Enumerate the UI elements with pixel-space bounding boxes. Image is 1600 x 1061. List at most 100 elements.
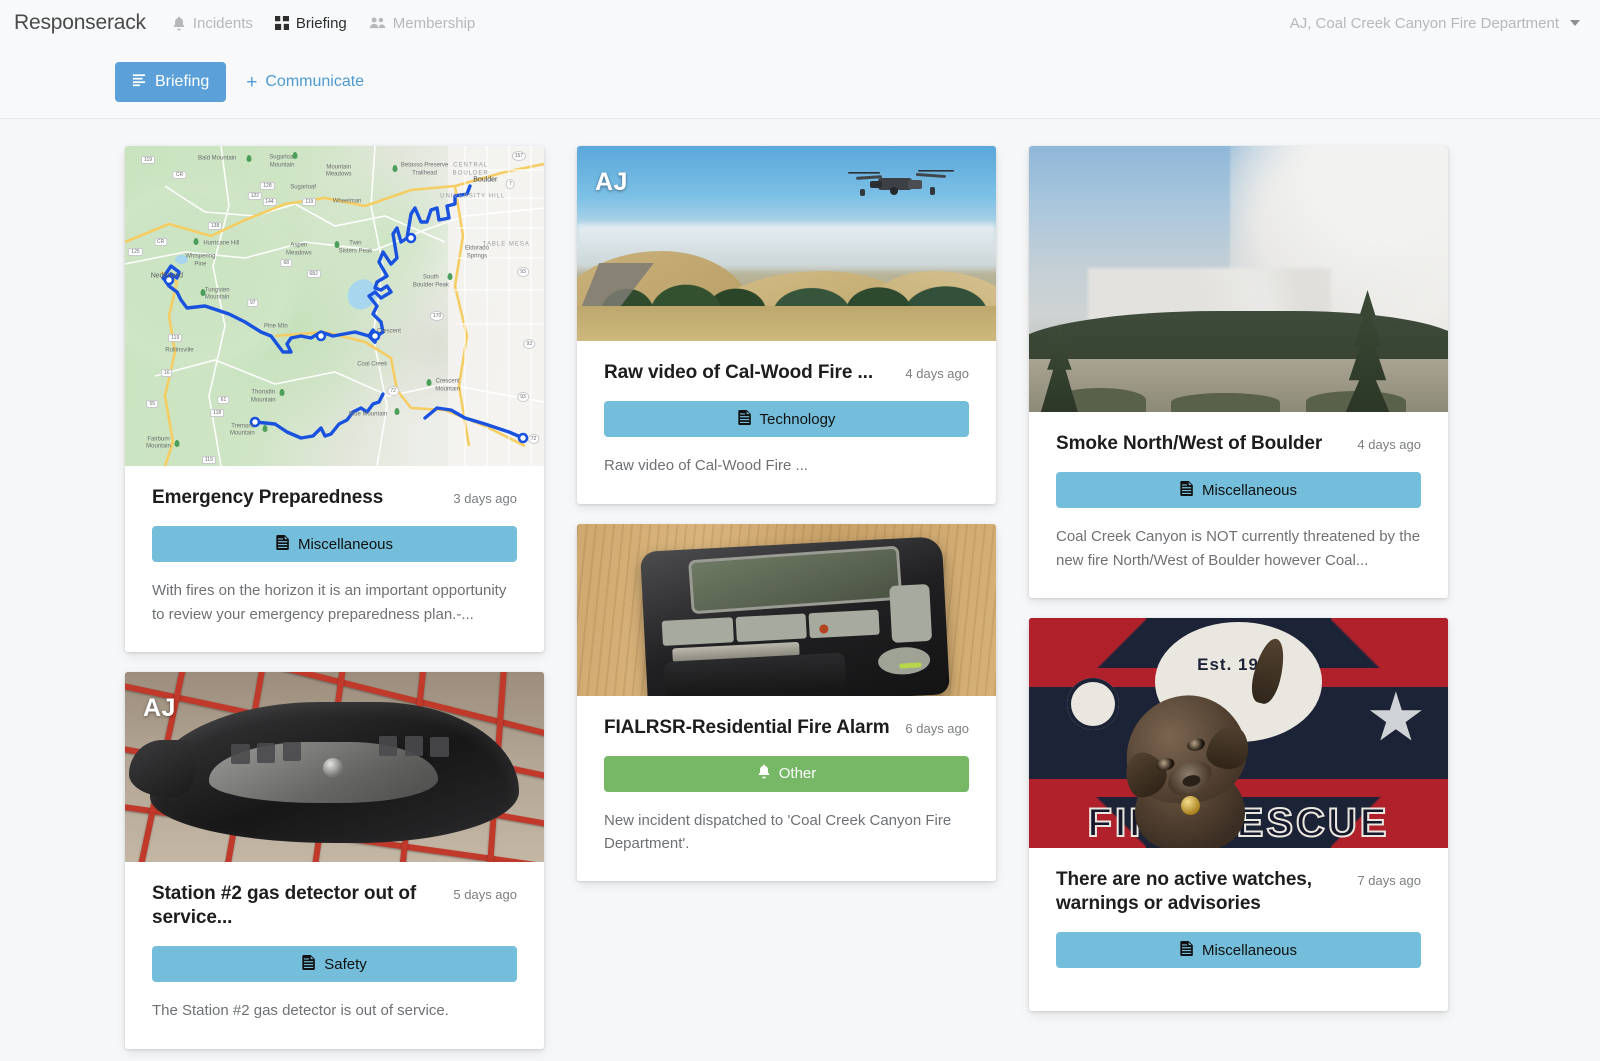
- card-category-badge[interactable]: Technology: [604, 401, 969, 438]
- card-header: Raw video of Cal-Wood Fire ... 4 days ag…: [604, 361, 969, 385]
- card-category-badge[interactable]: Safety: [152, 946, 517, 983]
- map-route-shield: 97: [247, 298, 259, 307]
- card-column-3: Smoke North/West of Boulder 4 days ago M…: [1029, 146, 1448, 1049]
- card-columns: Bald Mountain Sugarloaf Mountain Mountain…: [0, 146, 1600, 1049]
- card-category-label: Safety: [324, 955, 367, 973]
- map-route-shield: 144: [262, 198, 277, 206]
- card-body: Raw video of Cal-Wood Fire ... 4 days ag…: [577, 341, 996, 504]
- map-pin-icon: [193, 238, 199, 246]
- map-route-shield: 128: [260, 182, 275, 190]
- briefing-button[interactable]: Briefing: [115, 62, 227, 102]
- briefing-card-fialrsr-residential-fire-alarm[interactable]: FIALRSR-Residential Fire Alarm 6 days ag…: [577, 523, 996, 882]
- map-pin-icon: [426, 379, 432, 386]
- map-label: Boulder: [473, 176, 498, 184]
- card-timestamp: 4 days ago: [905, 366, 969, 381]
- card-media-drone-photo[interactable]: AJ: [577, 146, 996, 341]
- briefing-card-station-2-gas-detector[interactable]: AJ Station #2 gas detector out of servic…: [125, 671, 544, 1049]
- app-brand[interactable]: Responserack: [14, 11, 146, 35]
- card-category-badge[interactable]: Miscellaneous: [1056, 932, 1421, 969]
- card-body: There are no active watches, warnings or…: [1029, 848, 1448, 1012]
- map-pin-icon: [334, 241, 340, 249]
- card-timestamp: 5 days ago: [453, 886, 517, 902]
- nav-item-membership[interactable]: Membership: [369, 15, 475, 32]
- nav-item-incidents[interactable]: Incidents: [172, 15, 253, 32]
- map-route-shield: 122: [247, 191, 263, 200]
- map-label: TABLE MESA: [482, 241, 530, 248]
- map-route-shield: 119: [302, 198, 317, 206]
- card-title: FIALRSR-Residential Fire Alarm: [604, 716, 890, 738]
- map-label: South Boulder Peak: [412, 274, 449, 289]
- card-header: Emergency Preparedness 3 days ago: [152, 486, 517, 510]
- map-pin-icon: [279, 388, 285, 396]
- nav-item-briefing[interactable]: Briefing: [274, 15, 347, 32]
- card-column-2: AJ Raw video of Cal-Wood Fire ... 4 days…: [577, 146, 996, 1049]
- map-pin-icon: [447, 273, 453, 281]
- card-media-map[interactable]: Bald Mountain Sugarloaf Mountain Mountain…: [125, 146, 544, 466]
- account-menu[interactable]: AJ, Coal Creek Canyon Fire Department: [1290, 0, 1580, 46]
- map-route-shield: 7: [506, 179, 515, 190]
- briefing-card-no-active-watches[interactable]: Est. 1946 FIRE RESCUE: [1029, 617, 1448, 1012]
- map-label: Hurricane Hill: [203, 239, 240, 246]
- bell-icon: [172, 16, 186, 31]
- card-column-1: Bald Mountain Sugarloaf Mountain Mountain…: [125, 146, 544, 1049]
- card-header: Station #2 gas detector out of service..…: [152, 882, 517, 931]
- map-route-shield: 93: [523, 339, 536, 350]
- card-media-pager-photo[interactable]: [577, 523, 996, 696]
- card-category-badge[interactable]: Miscellaneous: [1056, 472, 1421, 509]
- briefing-card-smoke-north-west-boulder[interactable]: Smoke North/West of Boulder 4 days ago M…: [1029, 146, 1448, 598]
- card-header: FIALRSR-Residential Fire Alarm 6 days ag…: [604, 716, 969, 740]
- card-excerpt: Raw video of Cal-Wood Fire ...: [604, 457, 808, 475]
- map-route-shield: CR: [153, 238, 168, 246]
- map-pin-icon: [292, 151, 298, 159]
- map-pin-icon: [246, 155, 252, 162]
- card-timestamp: 3 days ago: [453, 491, 517, 506]
- card-excerpt: The Station #2 gas detector is out of se…: [152, 1002, 449, 1020]
- map-label: Tremont Mountain: [229, 423, 255, 437]
- card-category-label: Other: [778, 765, 817, 783]
- card-media-goggles-photo[interactable]: AJ: [125, 671, 544, 862]
- map-route-shield: 72: [527, 433, 540, 444]
- bell-icon: [757, 764, 771, 783]
- pager-side-keys: [889, 584, 932, 644]
- briefing-card-emergency-preparedness[interactable]: Bald Mountain Sugarloaf Mountain Mountain…: [125, 146, 544, 652]
- account-menu-label: AJ, Coal Creek Canyon Fire Department: [1289, 14, 1559, 32]
- card-timestamp: 4 days ago: [1357, 437, 1421, 452]
- dog-puppy: [1104, 635, 1290, 848]
- map-label: Eldorado Springs: [464, 245, 489, 260]
- briefing-card-raw-video-cal-wood-fire[interactable]: AJ Raw video of Cal-Wood Fire ... 4 days…: [577, 146, 996, 504]
- card-body: Smoke North/West of Boulder 4 days ago M…: [1029, 412, 1448, 598]
- map-label: Wheelman: [332, 198, 362, 205]
- card-body: Emergency Preparedness 3 days ago Miscel…: [125, 466, 544, 652]
- pager-key-row: [661, 609, 881, 647]
- communicate-link[interactable]: + Communicate: [246, 73, 364, 92]
- map-pin-icon: [262, 425, 268, 433]
- briefing-board: Bald Mountain Sugarloaf Mountain Mountain…: [0, 119, 1600, 1060]
- goggles-strap: [129, 740, 197, 798]
- document-icon: [1180, 480, 1194, 500]
- nav-item-incidents-label: Incidents: [192, 14, 253, 32]
- map-label: Tungsten Mountain: [204, 287, 230, 301]
- card-body: Station #2 gas detector out of service..…: [125, 862, 544, 1049]
- dog-ear: [1115, 744, 1174, 804]
- card-category-badge[interactable]: Other: [604, 755, 969, 792]
- list-icon: [132, 73, 146, 92]
- drone-aircraft-icon: [848, 170, 955, 197]
- map-pin-icon: [392, 164, 398, 172]
- card-category-badge[interactable]: Miscellaneous: [152, 526, 517, 563]
- map-route-shield: 16: [161, 369, 173, 378]
- secondary-toolbar: Briefing + Communicate: [0, 46, 1600, 119]
- card-category-label: Miscellaneous: [1201, 941, 1298, 959]
- card-title: Raw video of Cal-Wood Fire ...: [604, 362, 874, 383]
- card-title: Smoke North/West of Boulder: [1056, 433, 1323, 454]
- map-route-shield: 72: [387, 385, 399, 396]
- goggles-frame: [150, 702, 519, 843]
- communicate-link-label: Communicate: [265, 73, 365, 90]
- card-media-dog-photo[interactable]: Est. 1946 FIRE RESCUE: [1029, 617, 1448, 848]
- card-excerpt: New incident dispatched to 'Coal Creek C…: [604, 811, 952, 853]
- card-media-smoke-photo[interactable]: [1029, 146, 1448, 412]
- map-label: CENTRAL BOULDER: [452, 162, 489, 177]
- card-overlay-initials: AJ: [143, 693, 176, 722]
- map-route-shield: 68: [280, 258, 293, 267]
- map-label: Bald Mountain: [197, 155, 237, 162]
- map-label: Sugarloaf Mountain: [269, 154, 295, 169]
